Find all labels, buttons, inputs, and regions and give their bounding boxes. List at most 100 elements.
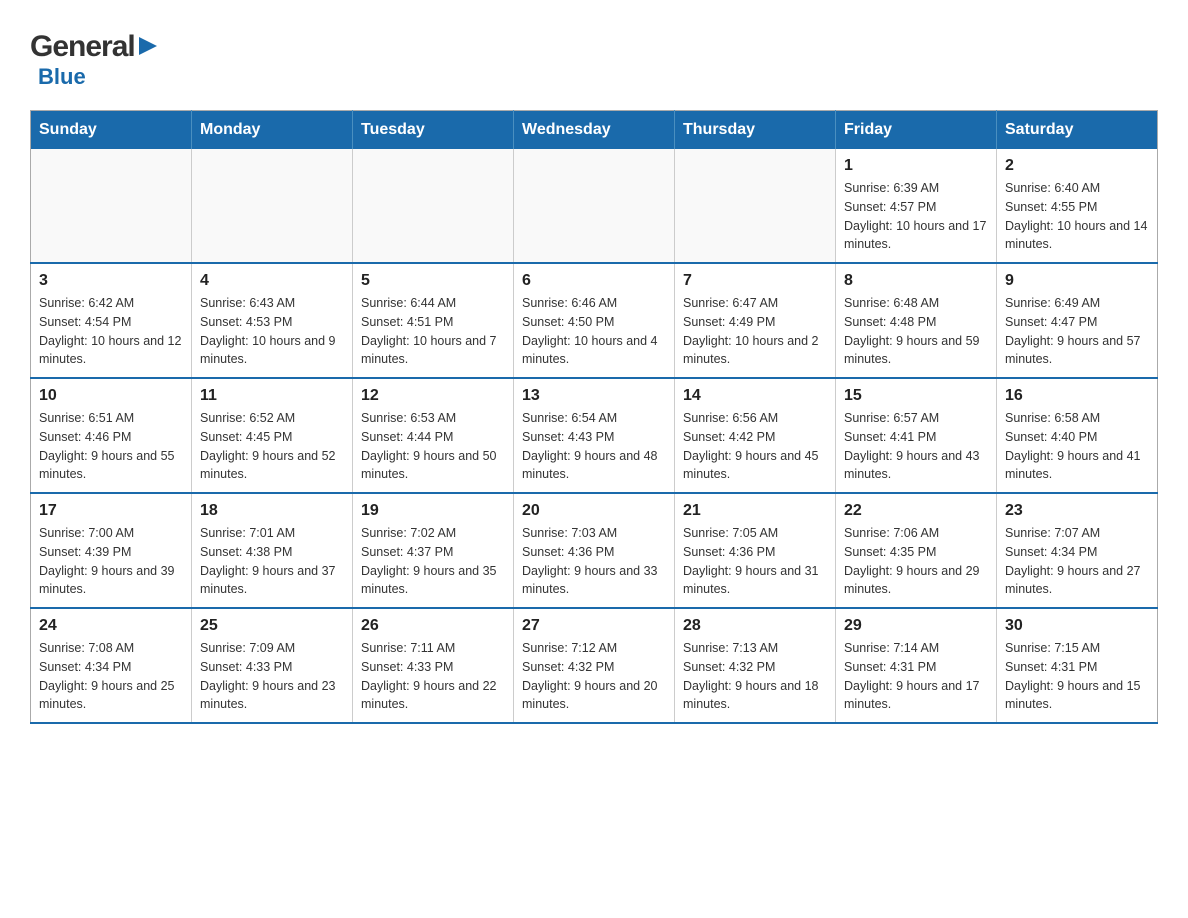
day-info: Sunrise: 6:48 AM Sunset: 4:48 PM Dayligh…: [844, 294, 988, 369]
calendar-cell: [353, 149, 514, 263]
calendar-cell: 15 Sunrise: 6:57 AM Sunset: 4:41 PM Dayli…: [836, 378, 997, 493]
weekday-header-saturday: Saturday: [997, 111, 1158, 150]
calendar-cell: 12 Sunrise: 6:53 AM Sunset: 4:44 PM Dayli…: [353, 378, 514, 493]
day-info: Sunrise: 7:14 AM Sunset: 4:31 PM Dayligh…: [844, 639, 988, 714]
day-info: Sunrise: 7:00 AM Sunset: 4:39 PM Dayligh…: [39, 524, 183, 599]
day-number: 19: [361, 502, 505, 520]
logo-blue-text: Blue: [38, 64, 86, 89]
calendar-cell: 7 Sunrise: 6:47 AM Sunset: 4:49 PM Daylig…: [675, 263, 836, 378]
day-info: Sunrise: 7:06 AM Sunset: 4:35 PM Dayligh…: [844, 524, 988, 599]
calendar-week-row: 24Sunrise: 7:08 AM Sunset: 4:34 PM Dayli…: [31, 608, 1158, 723]
day-number: 3: [39, 272, 183, 290]
calendar-cell: 10 Sunrise: 6:51 AM Sunset: 4:46 PM Dayli…: [31, 378, 192, 493]
day-number: 17: [39, 502, 183, 520]
calendar-cell: 9 Sunrise: 6:49 AM Sunset: 4:47 PM Daylig…: [997, 263, 1158, 378]
calendar-cell: 3 Sunrise: 6:42 AM Sunset: 4:54 PM Daylig…: [31, 263, 192, 378]
day-number: 28: [683, 617, 827, 635]
calendar-cell: 5Sunrise: 6:44 AM Sunset: 4:51 PM Daylig…: [353, 263, 514, 378]
day-info: Sunrise: 7:02 AM Sunset: 4:37 PM Dayligh…: [361, 524, 505, 599]
day-info: Sunrise: 7:03 AM Sunset: 4:36 PM Dayligh…: [522, 524, 666, 599]
calendar-cell: 4 Sunrise: 6:43 AM Sunset: 4:53 PM Daylig…: [192, 263, 353, 378]
day-number: 9: [1005, 272, 1149, 290]
calendar-cell: 1 Sunrise: 6:39 AM Sunset: 4:57 PM Daylig…: [836, 149, 997, 263]
calendar-week-row: 3 Sunrise: 6:42 AM Sunset: 4:54 PM Daylig…: [31, 263, 1158, 378]
day-number: 21: [683, 502, 827, 520]
calendar-cell: 20 Sunrise: 7:03 AM Sunset: 4:36 PM Dayli…: [514, 493, 675, 608]
calendar-cell: 28 Sunrise: 7:13 AM Sunset: 4:32 PM Dayli…: [675, 608, 836, 723]
calendar-cell: [31, 149, 192, 263]
day-info: Sunrise: 6:46 AM Sunset: 4:50 PM Dayligh…: [522, 294, 666, 369]
day-number: 13: [522, 387, 666, 405]
calendar-cell: 8 Sunrise: 6:48 AM Sunset: 4:48 PM Daylig…: [836, 263, 997, 378]
day-info: Sunrise: 6:40 AM Sunset: 4:55 PM Dayligh…: [1005, 179, 1149, 254]
day-number: 16: [1005, 387, 1149, 405]
day-number: 11: [200, 387, 344, 405]
day-number: 14: [683, 387, 827, 405]
calendar-week-row: 10 Sunrise: 6:51 AM Sunset: 4:46 PM Dayli…: [31, 378, 1158, 493]
calendar-cell: 29Sunrise: 7:14 AM Sunset: 4:31 PM Dayli…: [836, 608, 997, 723]
calendar-cell: [192, 149, 353, 263]
weekday-header-wednesday: Wednesday: [514, 111, 675, 150]
calendar-cell: 11Sunrise: 6:52 AM Sunset: 4:45 PM Dayli…: [192, 378, 353, 493]
day-number: 25: [200, 617, 344, 635]
calendar-cell: 18Sunrise: 7:01 AM Sunset: 4:38 PM Dayli…: [192, 493, 353, 608]
weekday-header-tuesday: Tuesday: [353, 111, 514, 150]
calendar-cell: 13 Sunrise: 6:54 AM Sunset: 4:43 PM Dayli…: [514, 378, 675, 493]
day-info: Sunrise: 6:44 AM Sunset: 4:51 PM Dayligh…: [361, 294, 505, 369]
day-info: Sunrise: 6:47 AM Sunset: 4:49 PM Dayligh…: [683, 294, 827, 369]
day-info: Sunrise: 6:51 AM Sunset: 4:46 PM Dayligh…: [39, 409, 183, 484]
day-number: 1: [844, 157, 988, 175]
day-number: 7: [683, 272, 827, 290]
calendar-cell: 14Sunrise: 6:56 AM Sunset: 4:42 PM Dayli…: [675, 378, 836, 493]
day-info: Sunrise: 7:09 AM Sunset: 4:33 PM Dayligh…: [200, 639, 344, 714]
calendar-cell: 16 Sunrise: 6:58 AM Sunset: 4:40 PM Dayli…: [997, 378, 1158, 493]
calendar-table: SundayMondayTuesdayWednesdayThursdayFrid…: [30, 110, 1158, 724]
calendar-cell: 24Sunrise: 7:08 AM Sunset: 4:34 PM Dayli…: [31, 608, 192, 723]
day-number: 20: [522, 502, 666, 520]
calendar-cell: 2 Sunrise: 6:40 AM Sunset: 4:55 PM Daylig…: [997, 149, 1158, 263]
page-header: General Blue: [30, 20, 1158, 90]
day-number: 30: [1005, 617, 1149, 635]
day-info: Sunrise: 6:39 AM Sunset: 4:57 PM Dayligh…: [844, 179, 988, 254]
day-info: Sunrise: 6:49 AM Sunset: 4:47 PM Dayligh…: [1005, 294, 1149, 369]
day-info: Sunrise: 7:12 AM Sunset: 4:32 PM Dayligh…: [522, 639, 666, 714]
day-number: 10: [39, 387, 183, 405]
calendar-cell: 23 Sunrise: 7:07 AM Sunset: 4:34 PM Dayli…: [997, 493, 1158, 608]
day-info: Sunrise: 7:15 AM Sunset: 4:31 PM Dayligh…: [1005, 639, 1149, 714]
day-info: Sunrise: 7:07 AM Sunset: 4:34 PM Dayligh…: [1005, 524, 1149, 599]
day-number: 12: [361, 387, 505, 405]
calendar-cell: 30 Sunrise: 7:15 AM Sunset: 4:31 PM Dayli…: [997, 608, 1158, 723]
calendar-cell: 26 Sunrise: 7:11 AM Sunset: 4:33 PM Dayli…: [353, 608, 514, 723]
day-info: Sunrise: 6:58 AM Sunset: 4:40 PM Dayligh…: [1005, 409, 1149, 484]
day-info: Sunrise: 7:01 AM Sunset: 4:38 PM Dayligh…: [200, 524, 344, 599]
day-info: Sunrise: 7:11 AM Sunset: 4:33 PM Dayligh…: [361, 639, 505, 714]
calendar-week-row: 17 Sunrise: 7:00 AM Sunset: 4:39 PM Dayli…: [31, 493, 1158, 608]
day-info: Sunrise: 7:13 AM Sunset: 4:32 PM Dayligh…: [683, 639, 827, 714]
calendar-cell: 19 Sunrise: 7:02 AM Sunset: 4:37 PM Dayli…: [353, 493, 514, 608]
day-info: Sunrise: 6:57 AM Sunset: 4:41 PM Dayligh…: [844, 409, 988, 484]
logo-general-text: General: [30, 30, 135, 64]
calendar-week-row: 1 Sunrise: 6:39 AM Sunset: 4:57 PM Daylig…: [31, 149, 1158, 263]
day-number: 27: [522, 617, 666, 635]
day-info: Sunrise: 6:42 AM Sunset: 4:54 PM Dayligh…: [39, 294, 183, 369]
day-number: 26: [361, 617, 505, 635]
day-info: Sunrise: 6:53 AM Sunset: 4:44 PM Dayligh…: [361, 409, 505, 484]
day-number: 23: [1005, 502, 1149, 520]
day-number: 8: [844, 272, 988, 290]
day-info: Sunrise: 6:43 AM Sunset: 4:53 PM Dayligh…: [200, 294, 344, 369]
calendar-cell: [514, 149, 675, 263]
day-info: Sunrise: 6:54 AM Sunset: 4:43 PM Dayligh…: [522, 409, 666, 484]
day-info: Sunrise: 7:08 AM Sunset: 4:34 PM Dayligh…: [39, 639, 183, 714]
day-number: 22: [844, 502, 988, 520]
day-number: 4: [200, 272, 344, 290]
day-info: Sunrise: 7:05 AM Sunset: 4:36 PM Dayligh…: [683, 524, 827, 599]
calendar-header-row: SundayMondayTuesdayWednesdayThursdayFrid…: [31, 111, 1158, 150]
calendar-cell: 22 Sunrise: 7:06 AM Sunset: 4:35 PM Dayli…: [836, 493, 997, 608]
weekday-header-sunday: Sunday: [31, 111, 192, 150]
weekday-header-thursday: Thursday: [675, 111, 836, 150]
day-number: 2: [1005, 157, 1149, 175]
day-number: 6: [522, 272, 666, 290]
calendar-cell: 21 Sunrise: 7:05 AM Sunset: 4:36 PM Dayli…: [675, 493, 836, 608]
logo: General Blue: [30, 30, 159, 90]
day-number: 15: [844, 387, 988, 405]
